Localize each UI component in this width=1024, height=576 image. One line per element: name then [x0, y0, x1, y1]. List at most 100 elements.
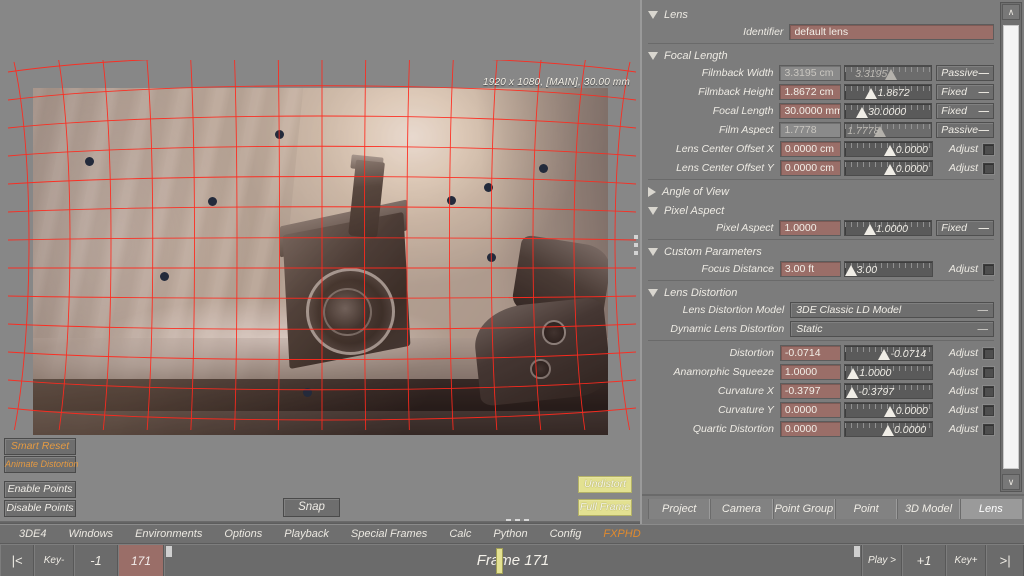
go-to-last-frame-button[interactable]: >|	[986, 545, 1024, 576]
anamorphic-squeeze-adjust-toggle[interactable]: Adjust	[937, 364, 994, 380]
anamorphic-squeeze-input[interactable]: 1.0000	[780, 364, 841, 380]
filmback-width-slider[interactable]: 3.3195	[844, 65, 933, 81]
scroll-up-arrow-icon[interactable]: ∧	[1002, 4, 1020, 20]
lens-distortion-model-select[interactable]: 3DE Classic LD Model —	[790, 302, 994, 318]
filmback-height-slider[interactable]: 1.8672	[844, 84, 933, 100]
section-header-lens[interactable]: Lens	[648, 6, 994, 23]
dynamic-lens-distortion-select[interactable]: Static —	[790, 321, 994, 337]
tracker-point[interactable]	[447, 196, 456, 205]
checkbox-icon[interactable]	[983, 163, 994, 174]
slider-thumb[interactable]	[882, 425, 894, 436]
pixel-aspect-mode-button[interactable]: Fixed —	[936, 220, 994, 236]
distortion-adjust-toggle[interactable]: Adjust	[937, 345, 994, 361]
section-header-custom-parameters[interactable]: Custom Parameters	[648, 243, 994, 260]
lens-center-offset-x-input[interactable]: 0.0000 cm	[780, 141, 841, 157]
step-back-one-frame-button[interactable]: -1	[74, 545, 118, 576]
curvature-y-input[interactable]: 0.0000	[780, 402, 841, 418]
lens-center-offset-y-adjust-toggle[interactable]: Adjust	[937, 160, 994, 176]
previous-key-button[interactable]: Key-	[34, 545, 74, 576]
tab-point-group[interactable]: Point Group	[773, 499, 835, 519]
next-key-button[interactable]: Key+	[946, 545, 986, 576]
timeline-range-handle-right[interactable]	[854, 546, 860, 557]
menu-item-config[interactable]: Config	[539, 528, 593, 540]
full-frame-button[interactable]: Full Frame	[578, 499, 632, 516]
lens-center-offset-x-slider[interactable]: 0.0000	[844, 141, 933, 157]
curvature-x-slider[interactable]: -0.3797	[844, 383, 933, 399]
checkbox-icon[interactable]	[983, 348, 994, 359]
distortion-input[interactable]: -0.0714	[780, 345, 841, 361]
filmback-height-input[interactable]: 1.8672 cm	[779, 84, 840, 100]
menu-item-windows[interactable]: Windows	[58, 528, 125, 540]
current-frame-input[interactable]: 171	[118, 545, 164, 576]
section-header-lens-distortion[interactable]: Lens Distortion	[648, 284, 994, 301]
section-header-focal-length[interactable]: Focal Length	[648, 47, 994, 64]
quartic-distortion-adjust-toggle[interactable]: Adjust	[937, 421, 994, 437]
slider-thumb[interactable]	[847, 368, 859, 379]
checkbox-icon[interactable]	[983, 424, 994, 435]
timeline-range-handle-left[interactable]	[166, 546, 172, 557]
slider-thumb[interactable]	[865, 88, 877, 99]
timeline-playhead[interactable]	[496, 548, 503, 574]
menu-item-3de4[interactable]: 3DE4	[8, 528, 58, 540]
slider-thumb[interactable]	[884, 164, 896, 175]
lens-center-offset-y-input[interactable]: 0.0000 cm	[780, 160, 841, 176]
scroll-down-arrow-icon[interactable]: ∨	[1002, 474, 1020, 490]
filmback-width-input[interactable]: 3.3195 cm	[779, 65, 840, 81]
tracker-point[interactable]	[160, 272, 169, 281]
lens-center-offset-y-slider[interactable]: 0.0000	[844, 160, 933, 176]
disable-points-button[interactable]: Disable Points	[4, 500, 76, 517]
slider-thumb[interactable]	[856, 107, 868, 118]
pixel-aspect-slider[interactable]: 1.0000	[844, 220, 933, 236]
distortion-slider[interactable]: -0.0714	[844, 345, 933, 361]
filmback-height-mode-button[interactable]: Fixed —	[936, 84, 994, 100]
play-button[interactable]: Play >	[862, 545, 902, 576]
filmback-width-mode-button[interactable]: Passive —	[936, 65, 994, 81]
anamorphic-squeeze-slider[interactable]: 1.0000	[844, 364, 933, 380]
curvature-x-adjust-toggle[interactable]: Adjust	[937, 383, 994, 399]
curvature-y-slider[interactable]: 0.0000	[844, 402, 933, 418]
checkbox-icon[interactable]	[983, 386, 994, 397]
focus-distance-adjust-toggle[interactable]: Adjust	[937, 261, 994, 277]
slider-thumb[interactable]	[884, 145, 896, 156]
checkbox-icon[interactable]	[983, 405, 994, 416]
timeline-scrub-track[interactable]: Frame 171	[164, 545, 862, 576]
step-forward-one-frame-button[interactable]: +1	[902, 545, 946, 576]
quartic-distortion-input[interactable]: 0.0000	[780, 421, 841, 437]
curvature-y-adjust-toggle[interactable]: Adjust	[937, 402, 994, 418]
tracker-point[interactable]	[487, 253, 496, 262]
curvature-x-input[interactable]: -0.3797	[780, 383, 841, 399]
menu-item-fxphd[interactable]: FXPHD	[592, 528, 651, 540]
tracker-point[interactable]	[275, 130, 284, 139]
checkbox-icon[interactable]	[983, 144, 994, 155]
menu-item-special-frames[interactable]: Special Frames	[340, 528, 438, 540]
slider-thumb[interactable]	[845, 265, 857, 276]
menu-item-python[interactable]: Python	[482, 528, 538, 540]
scrollbar-thumb[interactable]	[1003, 25, 1019, 469]
menu-item-options[interactable]: Options	[213, 528, 273, 540]
panel-vertical-scrollbar[interactable]: ∧ ∨	[1000, 2, 1022, 492]
menu-item-calc[interactable]: Calc	[438, 528, 482, 540]
tab-project[interactable]: Project	[648, 499, 710, 519]
slider-thumb[interactable]	[864, 224, 876, 235]
checkbox-icon[interactable]	[983, 264, 994, 275]
lens-center-offset-x-adjust-toggle[interactable]: Adjust	[937, 141, 994, 157]
quartic-distortion-slider[interactable]: 0.0000	[844, 421, 933, 437]
film-aspect-slider[interactable]: 1.7778	[844, 122, 933, 138]
enable-points-button[interactable]: Enable Points	[4, 481, 76, 498]
menu-item-environments[interactable]: Environments	[124, 528, 213, 540]
viewport-splitter-handle[interactable]	[634, 235, 638, 255]
section-header-pixel-aspect[interactable]: Pixel Aspect	[648, 202, 994, 219]
snap-button[interactable]: Snap	[283, 498, 340, 517]
undistort-button[interactable]: Undistort	[578, 476, 632, 493]
smart-reset-button[interactable]: Smart Reset	[4, 438, 76, 455]
tab-3d-model[interactable]: 3D Model	[897, 499, 959, 519]
menu-item-playback[interactable]: Playback	[273, 528, 340, 540]
animate-distortion-button[interactable]: Animate Distortion	[4, 456, 76, 473]
focal-length-input[interactable]: 30.0000 mm	[779, 103, 840, 119]
pixel-aspect-input[interactable]: 1.0000	[779, 220, 840, 236]
section-header-angle-of-view[interactable]: Angle of View	[648, 183, 994, 200]
slider-thumb[interactable]	[884, 406, 896, 417]
tab-point[interactable]: Point	[835, 499, 897, 519]
film-aspect-mode-button[interactable]: Passive —	[936, 122, 994, 138]
focal-length-mode-button[interactable]: Fixed —	[936, 103, 994, 119]
